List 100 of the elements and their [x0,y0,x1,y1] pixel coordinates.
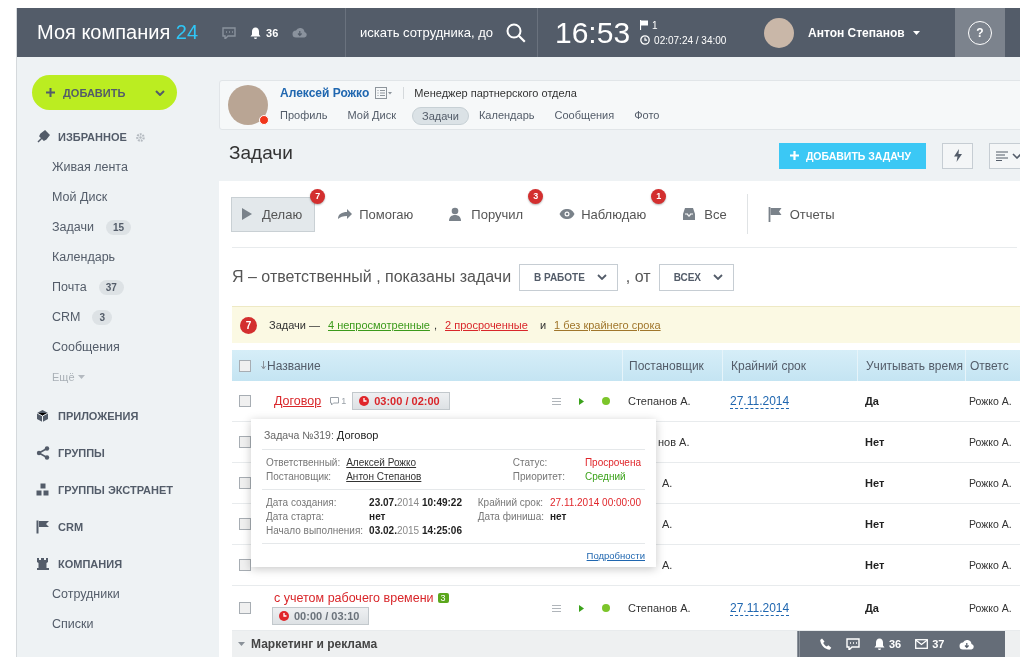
time-tracking-cell: Нет [865,436,885,448]
tab-icon [337,206,354,222]
menu-icon[interactable] [552,604,561,612]
column-header[interactable]: Постановщик [629,358,704,373]
section-title[interactable]: ИЗБРАННОЕ [58,131,127,143]
mail-count[interactable]: 37 [932,638,945,650]
clock-time[interactable]: 16:53 [555,15,631,50]
search-icon[interactable] [506,22,526,43]
person-link[interactable]: Антон Степанов [346,471,422,482]
user-name[interactable]: Антон Степанов [808,25,905,40]
chevron-icon [713,274,724,280]
section-title[interactable]: CRM [58,521,84,533]
scope-dropdown[interactable]: ВСЕХ [658,263,735,291]
section-title[interactable]: ПРИЛОЖЕНИЯ [58,410,139,422]
chat-icon[interactable] [222,26,237,39]
view-menu-button[interactable] [989,142,1020,169]
row-checkbox[interactable] [238,477,251,489]
responsible-cell: Рожко А. [969,559,1012,571]
role-tab[interactable]: Все [676,197,741,231]
details-link[interactable]: Подробности [586,550,645,561]
profile-name[interactable]: Алексей Рожко [280,85,370,100]
sidebar-item[interactable]: Живая лента [52,160,128,174]
sidebar-item[interactable]: Мой Диск [52,190,108,204]
responsible-cell: Рожко А. [969,436,1012,448]
section-title[interactable]: ГРУППЫ ЭКСТРАНЕТ [58,484,173,496]
profile-tab[interactable]: Календарь [474,106,545,125]
creator-cell: Степанов А. [628,395,691,407]
phone-icon[interactable] [820,638,832,650]
section-icon [36,520,50,534]
lightning-button[interactable] [942,142,973,169]
play-icon[interactable] [579,397,584,405]
notice-link[interactable]: 4 непросмотренные [328,319,430,331]
time-tracking-cell: Да [865,602,879,614]
add-button[interactable]: ДОБАВИТЬ [32,75,177,110]
time-tracking-cell: Нет [865,518,885,530]
deadline-link[interactable]: 27.11.2014 [730,393,790,409]
role-tab[interactable]: Делаю [231,196,316,232]
search-field[interactable]: искать сотрудника, до [360,25,500,40]
sidebar-item[interactable]: Сотрудники [52,587,120,601]
deadline-link[interactable]: 27.11.2014 [730,600,790,616]
row-checkbox[interactable] [238,559,251,571]
clock-icon [640,35,651,45]
profile-tab[interactable]: Задачи [412,106,469,125]
profile-tab[interactable]: Мой Диск [343,106,406,125]
mail-icon[interactable] [915,639,929,649]
item-count: 37 [98,279,124,295]
notice-link[interactable]: 2 просроченные [445,319,528,331]
role-tab[interactable]: Отчеты [761,197,849,231]
section-title[interactable]: КОМПАНИЯ [58,558,123,570]
time-tracking-cell: Нет [865,559,885,571]
person-link[interactable]: Алексей Рожко [346,457,422,468]
bell-icon[interactable] [874,638,885,650]
field-label: Постановщик: [266,471,333,482]
row-checkbox[interactable] [238,436,251,448]
chevron-icon [155,89,165,96]
column-header[interactable]: Название [261,358,321,373]
sidebar-item[interactable]: Списки [52,617,94,631]
profile-tab[interactable]: Фото [630,106,670,125]
menu-icon[interactable] [552,397,561,405]
bell-icon[interactable] [250,26,262,39]
row-checkbox[interactable] [238,602,251,614]
row-checkbox[interactable] [238,395,251,407]
section-title[interactable]: ГРУППЫ [58,447,105,459]
column-header[interactable]: Учитывать время [866,358,963,373]
status-dropdown[interactable]: В РАБОТЕ [519,263,618,291]
notice-link[interactable]: 1 без крайнего срока [554,319,661,331]
profile-tab[interactable]: Сообщения [550,106,625,125]
logo[interactable]: Моя компания 24 [37,21,199,44]
profile-tab[interactable]: Профиль [276,106,338,125]
field-value: Просрочена [583,457,641,468]
cloud-icon[interactable] [292,27,308,38]
select-all-checkbox[interactable] [238,359,251,372]
user-avatar[interactable] [764,17,794,48]
sidebar-item[interactable]: CRM [52,310,81,324]
subtask-count: 3 [437,593,449,603]
sidebar-item[interactable]: Задачи [52,220,94,234]
role-tab[interactable]: Помогаю [331,197,428,231]
creator-cell: нов А. [658,436,690,448]
notification-count[interactable]: 36 [266,26,279,39]
settings-icon[interactable] [134,131,146,143]
timer-button[interactable]: 00:00 / 03:10 [272,607,370,625]
notification-count[interactable]: 36 [889,638,902,650]
group-title[interactable]: Маркетинг и реклама [238,637,378,651]
filter-text: Я – ответственный , показаны задачи [232,268,512,286]
sidebar-item[interactable]: Сообщения [52,340,120,354]
task-title[interactable]: с учетом рабочего времени [274,591,434,605]
list-icon[interactable] [375,86,394,99]
time-tracking-cell: Нет [865,477,885,489]
sidebar-item[interactable]: Календарь [52,250,116,264]
profile-photo [228,85,268,125]
column-header[interactable]: Ответс [970,358,1009,373]
sidebar-item[interactable]: Почта [52,280,87,294]
play-icon[interactable] [579,604,584,612]
column-header[interactable]: Крайний срок [731,358,806,373]
task-title[interactable]: Договор [274,394,322,408]
row-checkbox[interactable] [238,518,251,530]
lines-icon [996,150,1008,161]
cloud-icon[interactable] [958,638,974,650]
section-icon [36,483,50,497]
timer-button[interactable]: 03:00 / 02:00 [352,392,450,410]
